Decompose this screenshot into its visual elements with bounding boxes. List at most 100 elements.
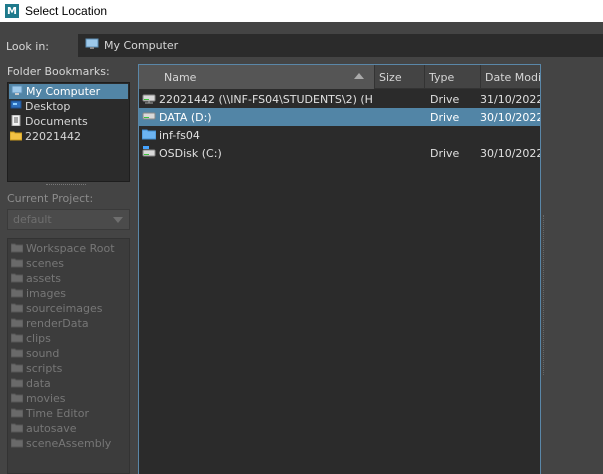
column-name[interactable]: Name xyxy=(139,65,375,89)
file-row[interactable]: 22021442 (\\INF-FS04\STUDENTS\2) (H:) Dri… xyxy=(139,90,540,108)
file-date-cell-text: 30/10/2022 xyxy=(480,110,540,124)
file-name-cell: OSDisk (C:) xyxy=(139,144,374,162)
file-name-cell-text: inf-fs04 xyxy=(159,128,200,142)
project-folder-item[interactable]: sourceimages xyxy=(8,301,129,316)
column-date[interactable]: Date Modit xyxy=(481,65,540,89)
folder-icon xyxy=(10,317,24,331)
project-folder-label: sceneAssembly xyxy=(26,437,112,450)
bookmark-my-computer[interactable]: My Computer xyxy=(9,84,128,99)
file-type-cell-text: Drive xyxy=(430,146,460,160)
project-folder-label: images xyxy=(26,287,66,300)
chevron-down-icon xyxy=(113,217,123,223)
file-date-cell xyxy=(480,126,540,144)
file-row[interactable]: DATA (D:) Drive 30/10/2022 xyxy=(139,108,540,126)
project-folder-item[interactable]: autosave xyxy=(8,421,129,436)
sort-ascending-icon xyxy=(354,73,364,79)
project-folder-label: Time Editor xyxy=(26,407,89,420)
file-list-view[interactable]: Name Size Type Date Modit 22021442 (\\IN… xyxy=(138,64,541,474)
documents-icon xyxy=(10,114,22,129)
vertical-splitter[interactable] xyxy=(543,215,545,375)
folder-icon xyxy=(10,302,24,316)
current-project-label: Current Project: xyxy=(7,192,94,205)
column-size[interactable]: Size xyxy=(375,65,425,89)
computer-icon xyxy=(85,38,99,53)
folder-icon xyxy=(10,437,24,451)
column-size-label: Size xyxy=(379,70,402,84)
bookmark-desktop[interactable]: Desktop xyxy=(8,99,129,114)
file-row[interactable]: inf-fs04 xyxy=(139,126,540,144)
project-folder-item[interactable]: movies xyxy=(8,391,129,406)
column-date-label: Date Modit xyxy=(485,70,540,84)
folder-icon xyxy=(10,242,24,256)
file-rows: 22021442 (\\INF-FS04\STUDENTS\2) (H:) Dri… xyxy=(139,90,540,162)
bookmarks-label: Folder Bookmarks: xyxy=(7,65,110,78)
look-in-value: My Computer xyxy=(104,39,179,52)
project-folder-item[interactable]: scripts xyxy=(8,361,129,376)
bookmark-label: 22021442 xyxy=(25,130,81,143)
project-folder-label: renderData xyxy=(26,317,89,330)
file-type-cell-text: Drive xyxy=(430,92,460,106)
folder-icon xyxy=(10,407,24,421)
bookmark-22021442[interactable]: 22021442 xyxy=(8,129,129,144)
project-folder-item[interactable]: images xyxy=(8,286,129,301)
project-folder-item[interactable]: clips xyxy=(8,331,129,346)
bookmark-label: My Computer xyxy=(26,85,101,98)
folder-icon xyxy=(10,272,24,286)
network-drive-icon xyxy=(142,92,156,107)
file-date-cell: 30/10/2022 xyxy=(480,108,540,126)
drive-icon xyxy=(142,110,156,125)
project-folder-item[interactable]: assets xyxy=(8,271,129,286)
file-row[interactable]: OSDisk (C:) Drive 30/10/2022 xyxy=(139,144,540,162)
window-title: Select Location xyxy=(25,4,108,18)
file-date-cell-text: 30/10/2022 xyxy=(480,146,540,160)
project-folder-label: autosave xyxy=(26,422,77,435)
file-date-cell: 31/10/2022 xyxy=(480,90,540,108)
project-folder-label: scenes xyxy=(26,257,65,270)
file-name-cell-text: DATA (D:) xyxy=(159,110,212,124)
folder-icon xyxy=(9,130,23,144)
folder-icon xyxy=(10,332,24,346)
bookmarks-list: My Computer Desktop Documents 22021442 xyxy=(7,82,130,182)
project-folder-item[interactable]: data xyxy=(8,376,129,391)
project-folder-item[interactable]: renderData xyxy=(8,316,129,331)
right-panel xyxy=(541,64,603,474)
column-type[interactable]: Type xyxy=(425,65,481,89)
folder-icon xyxy=(10,392,24,406)
project-folders-list: Workspace Root scenes assets images sourceim… xyxy=(7,238,130,474)
file-name-cell: inf-fs04 xyxy=(139,126,374,144)
file-size-cell xyxy=(374,108,425,126)
project-folder-item[interactable]: Workspace Root xyxy=(8,241,129,256)
file-type-cell: Drive xyxy=(425,144,480,162)
project-folder-label: clips xyxy=(26,332,51,345)
folder-icon xyxy=(10,377,24,391)
project-folder-label: data xyxy=(26,377,51,390)
file-type-cell-text: Drive xyxy=(430,110,460,124)
folder-icon xyxy=(141,128,157,143)
project-folder-item[interactable]: Time Editor xyxy=(8,406,129,421)
file-date-cell-text: 31/10/2022 xyxy=(480,92,540,106)
file-type-cell: Drive xyxy=(425,108,480,126)
file-name-cell-text: 22021442 (\\INF-FS04\STUDENTS\2) (H:) xyxy=(159,92,374,106)
desktop-icon xyxy=(10,100,22,114)
current-project-dropdown[interactable]: default xyxy=(7,209,130,230)
bookmark-label: Documents xyxy=(25,115,88,128)
look-in-field[interactable]: My Computer xyxy=(78,34,603,57)
splitter-handle[interactable] xyxy=(46,184,86,186)
bookmark-documents[interactable]: Documents xyxy=(8,114,129,129)
column-type-label: Type xyxy=(429,70,455,84)
file-size-cell xyxy=(374,144,425,162)
os-drive-icon xyxy=(142,145,156,161)
folder-icon xyxy=(10,287,24,301)
folder-icon xyxy=(10,362,24,376)
bookmark-label: Desktop xyxy=(25,100,71,113)
project-folder-item[interactable]: scenes xyxy=(8,256,129,271)
file-name-cell-text: OSDisk (C:) xyxy=(159,146,222,160)
file-type-cell: Drive xyxy=(425,90,480,108)
current-project-value: default xyxy=(13,213,52,226)
column-header: Name Size Type Date Modit xyxy=(139,65,540,89)
project-folder-item[interactable]: sound xyxy=(8,346,129,361)
project-folder-label: assets xyxy=(26,272,62,285)
project-folder-label: sound xyxy=(26,347,60,360)
project-folder-item[interactable]: sceneAssembly xyxy=(8,436,129,451)
project-folder-label: Workspace Root xyxy=(26,242,115,255)
